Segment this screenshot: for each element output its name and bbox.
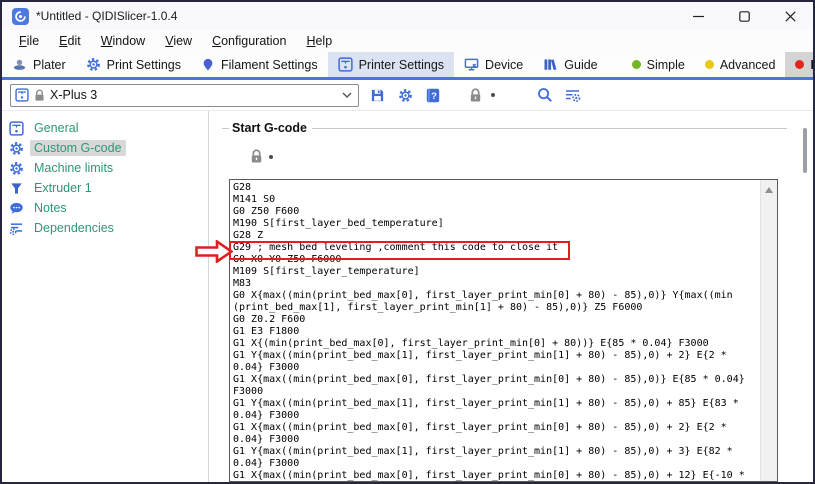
scroll-up-arrow-icon[interactable] — [765, 187, 773, 193]
preset-settings-gear-button[interactable] — [395, 85, 415, 105]
plater-icon — [12, 57, 27, 72]
menu-view[interactable]: View — [156, 32, 201, 50]
advanced-mode-dot-icon — [705, 60, 714, 69]
compare-settings-button[interactable] — [563, 85, 583, 105]
printer-icon — [9, 121, 24, 136]
dependencies-icon — [9, 221, 24, 236]
sidebar-item-machine-limits[interactable]: Machine limits — [9, 158, 208, 178]
textarea-scrollbar[interactable] — [760, 180, 777, 481]
gear-icon — [86, 57, 101, 72]
settings-page: General Custom G-code Machine limits Ext… — [2, 111, 813, 482]
gear-icon — [9, 161, 24, 176]
gear-icon — [9, 141, 24, 156]
filament-icon — [201, 57, 215, 72]
maximize-button[interactable] — [721, 2, 767, 30]
tab-mode-simple[interactable]: Simple — [622, 52, 695, 77]
help-book-icon[interactable]: ? — [423, 85, 443, 105]
chevron-down-icon — [342, 92, 352, 98]
tab-print-settings[interactable]: Print Settings — [76, 52, 191, 77]
menu-configuration[interactable]: Configuration — [203, 32, 295, 50]
tab-filament-settings[interactable]: Filament Settings — [191, 52, 328, 77]
app-window: *Untitled - QIDISlicer-1.0.4 File Edit W… — [0, 0, 815, 484]
sidebar-item-extruder-1[interactable]: Extruder 1 — [9, 178, 208, 198]
window-controls — [675, 2, 813, 30]
tab-printer-settings[interactable]: Printer Settings — [328, 52, 454, 77]
preset-toolbar: X-Plus 3 ? — [2, 80, 813, 111]
sidebar-item-custom-gcode[interactable]: Custom G-code — [9, 138, 208, 158]
lock-state-dot-icon — [269, 155, 273, 159]
save-preset-button[interactable] — [367, 85, 387, 105]
printer-preset-combobox[interactable]: X-Plus 3 — [10, 84, 359, 107]
lock-icon[interactable] — [250, 149, 263, 164]
expert-mode-dot-icon — [795, 60, 804, 69]
preset-value: X-Plus 3 — [50, 88, 337, 102]
printer-icon — [338, 57, 353, 72]
app-logo-icon — [12, 8, 29, 25]
section-title: Start G-code — [229, 121, 312, 135]
start-gcode-lock-row — [250, 149, 273, 164]
device-monitor-icon — [464, 57, 479, 72]
minimize-button[interactable] — [675, 2, 721, 30]
settings-sidebar: General Custom G-code Machine limits Ext… — [2, 111, 209, 482]
start-gcode-textarea[interactable]: G28 M141 S0 G0 Z50 F600 M190 S[first_lay… — [229, 179, 778, 482]
sidebar-item-general[interactable]: General — [9, 118, 208, 138]
tab-device[interactable]: Device — [454, 52, 533, 77]
menu-edit[interactable]: Edit — [50, 32, 90, 50]
notes-bubble-icon — [9, 201, 24, 216]
tab-plater[interactable]: Plater — [2, 52, 76, 77]
simple-mode-dot-icon — [632, 60, 641, 69]
guide-books-icon — [543, 57, 558, 72]
lock-toggle-button[interactable] — [465, 85, 485, 105]
close-button[interactable] — [767, 2, 813, 30]
tab-guide[interactable]: Guide — [533, 52, 607, 77]
custom-gcode-panel: Start G-code G28 M141 S0 G0 Z50 F600 M19… — [209, 111, 813, 482]
gcode-text[interactable]: G28 M141 S0 G0 Z50 F600 M190 S[first_lay… — [230, 180, 777, 482]
menu-bar: File Edit Window View Configuration Help — [2, 30, 813, 52]
menu-window[interactable]: Window — [92, 32, 154, 50]
lock-state-dot-icon — [491, 93, 495, 97]
sidebar-item-notes[interactable]: Notes — [9, 198, 208, 218]
menu-help[interactable]: Help — [297, 32, 341, 50]
window-title: *Untitled - QIDISlicer-1.0.4 — [36, 9, 177, 23]
svg-text:?: ? — [431, 91, 437, 102]
lock-icon — [34, 89, 45, 102]
tab-mode-advanced[interactable]: Advanced — [695, 52, 786, 77]
menu-file[interactable]: File — [10, 32, 48, 50]
printer-icon — [15, 88, 29, 102]
search-button[interactable] — [535, 85, 555, 105]
panel-scrollbar-thumb[interactable] — [803, 128, 807, 173]
sidebar-item-dependencies[interactable]: Dependencies — [9, 218, 208, 238]
tab-bar: Plater Print Settings Filament Settings … — [2, 52, 813, 80]
extruder-funnel-icon — [9, 181, 24, 196]
tab-mode-expert[interactable]: Expert — [785, 52, 815, 77]
start-gcode-section-header: Start G-code — [222, 121, 787, 135]
title-bar: *Untitled - QIDISlicer-1.0.4 — [2, 2, 813, 30]
